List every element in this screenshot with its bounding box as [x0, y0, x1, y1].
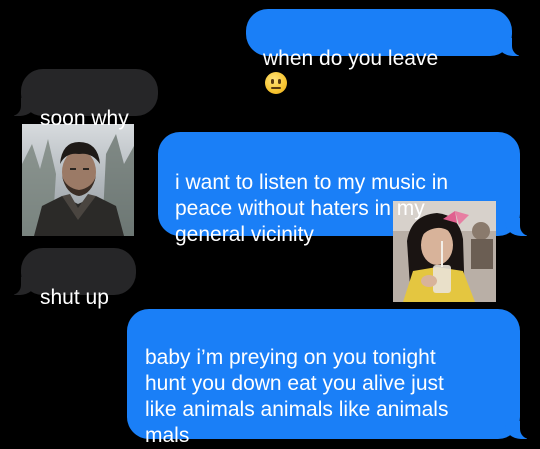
- received-message-bubble[interactable]: shut up: [9, 248, 136, 309]
- message-text: soon why: [40, 107, 129, 130]
- photo-man-snowy-forest-icon: [22, 124, 134, 236]
- sent-message-bubble[interactable]: when do you leave: [246, 9, 524, 94]
- neutral-face-emoji-icon: [265, 72, 287, 94]
- reaction-image[interactable]: [22, 124, 134, 236]
- sent-message-bubble[interactable]: baby i’m preying on you tonight hunt you…: [127, 309, 532, 447]
- received-message-bubble[interactable]: soon why: [9, 69, 158, 130]
- message-text: when do you leave: [263, 47, 439, 70]
- message-text: shut up: [40, 286, 109, 309]
- message-text: baby i’m preying on you tonight hunt you…: [145, 346, 449, 447]
